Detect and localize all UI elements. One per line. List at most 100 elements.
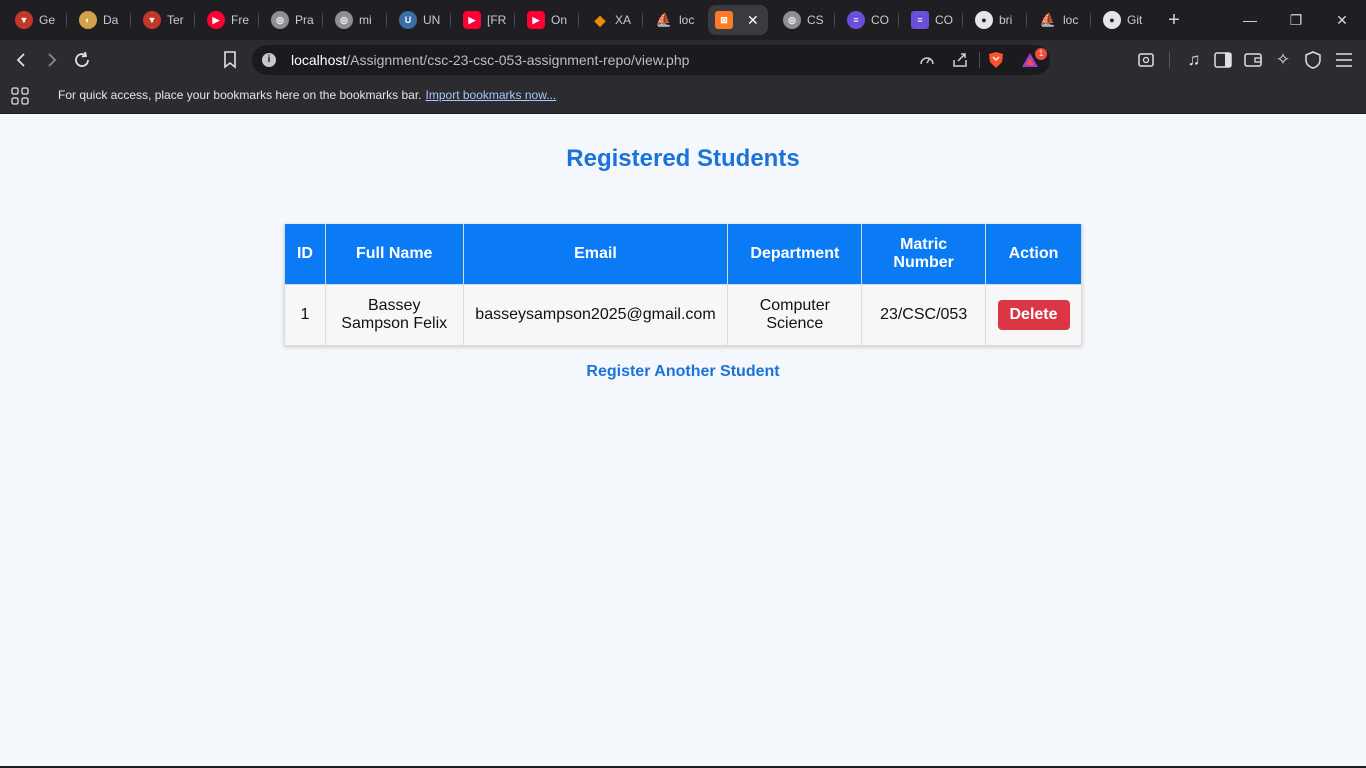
site-info-icon[interactable]: i xyxy=(262,53,276,67)
restore-icon[interactable]: ❐ xyxy=(1286,10,1306,30)
tab-1[interactable]: ◐ Da xyxy=(72,5,135,35)
table-row: 1 Bassey Sampson Felix basseysampson2025… xyxy=(284,283,1082,346)
reload-icon[interactable] xyxy=(71,49,93,71)
tab-9[interactable]: ◆ XA xyxy=(584,5,647,35)
list-icon: ≡ xyxy=(847,11,865,29)
menu-icon[interactable] xyxy=(1333,49,1355,71)
tab-title: Fre xyxy=(231,13,249,27)
tab-title: On xyxy=(551,13,568,27)
youtube-icon: ▶ xyxy=(207,11,225,29)
close-window-icon[interactable]: ✕ xyxy=(1332,10,1352,30)
tab-title: XA xyxy=(615,13,632,27)
register-another-student-link[interactable]: Register Another Student xyxy=(586,363,779,380)
bookmarks-hint: For quick access, place your bookmarks h… xyxy=(58,88,556,102)
tab-separator xyxy=(258,13,259,27)
tab-12[interactable]: ◎ CS xyxy=(776,5,839,35)
import-bookmarks-link[interactable]: Import bookmarks now... xyxy=(426,88,557,102)
wallet-icon[interactable] xyxy=(1242,49,1264,71)
tab-8[interactable]: ▶ On xyxy=(520,5,583,35)
tab-separator xyxy=(514,13,515,27)
sidebar-icon[interactable] xyxy=(1212,49,1234,71)
students-table: ID Full Name Email Department Matric Num… xyxy=(284,224,1082,346)
tab-title: loc xyxy=(679,13,695,27)
globe-icon: ◎ xyxy=(335,11,353,29)
tab-7[interactable]: ▶ [FR xyxy=(456,5,519,35)
page-title: Registered Students xyxy=(566,145,800,172)
new-tab-button[interactable]: + xyxy=(1163,9,1185,31)
col-header-id: ID xyxy=(284,224,326,285)
tab-search-icon[interactable] xyxy=(1135,49,1157,71)
close-tab-icon[interactable]: ✕ xyxy=(747,12,759,29)
minimize-icon[interactable]: — xyxy=(1240,10,1260,30)
bookmarks-message: For quick access, place your bookmarks h… xyxy=(58,88,422,102)
tab-separator xyxy=(130,13,131,27)
github-icon: ● xyxy=(1103,11,1121,29)
tab-title: loc xyxy=(1063,13,1079,27)
youtube-icon: ▶ xyxy=(463,11,481,29)
tab-title: CS xyxy=(807,13,824,27)
list-icon: ≡ xyxy=(911,11,929,29)
table-header-row: ID Full Name Email Department Matric Num… xyxy=(284,224,1082,285)
cell-email: basseysampson2025@gmail.com xyxy=(462,283,729,346)
brave-icon: ▼ xyxy=(15,11,33,29)
tab-2[interactable]: ▼ Ter xyxy=(136,5,199,35)
tab-separator xyxy=(66,13,67,27)
tab-6[interactable]: U UN xyxy=(392,5,455,35)
address-bar[interactable]: i localhost/Assignment/csc-23-csc-053-as… xyxy=(252,45,1050,75)
tab-separator xyxy=(1090,13,1091,27)
tab-title: Pra xyxy=(295,13,314,27)
xampp-diamond-icon: ◆ xyxy=(594,11,606,28)
tab-separator xyxy=(386,13,387,27)
tab-17[interactable]: ● Git xyxy=(1096,5,1159,35)
tab-title: UN xyxy=(423,13,441,27)
tab-title: bri xyxy=(999,13,1013,27)
tab-separator xyxy=(642,13,643,27)
col-header-action: Action xyxy=(985,224,1082,285)
phpmyadmin-icon: ⛵ xyxy=(1039,12,1057,27)
forward-icon[interactable] xyxy=(40,49,62,71)
tab-active[interactable]: ⊠ ✕ xyxy=(708,5,768,35)
tab-5[interactable]: ◎ mi xyxy=(328,5,391,35)
apps-grid-icon[interactable] xyxy=(11,87,29,105)
tab-title: Ge xyxy=(39,13,56,27)
music-icon[interactable]: ♫ xyxy=(1183,49,1205,71)
tab-0[interactable]: ▼ Ge xyxy=(8,5,71,35)
leo-ai-icon[interactable]: ✧ xyxy=(1272,49,1294,71)
notification-badge: 1 xyxy=(1035,48,1047,60)
share-icon[interactable] xyxy=(951,51,969,69)
col-header-matric-number: Matric Number xyxy=(861,224,987,285)
cell-id: 1 xyxy=(284,283,326,346)
tab-16[interactable]: ⛵ loc xyxy=(1032,5,1095,35)
tab-14[interactable]: ≡ CO xyxy=(904,5,967,35)
tab-4[interactable]: ◎ Pra xyxy=(264,5,327,35)
cell-full-name: Bassey Sampson Felix xyxy=(324,283,464,346)
tab-separator xyxy=(578,13,579,27)
brave-shields-icon[interactable] xyxy=(987,51,1005,69)
col-header-department: Department xyxy=(727,224,863,285)
cell-action: Delete xyxy=(985,283,1082,346)
omnibox-divider xyxy=(979,52,980,68)
page-content: Registered Students ID Full Name Email D… xyxy=(0,115,1366,766)
bookmark-icon[interactable] xyxy=(219,49,241,71)
phpmyadmin-icon: ⛵ xyxy=(655,12,673,27)
tab-separator xyxy=(1026,13,1027,27)
delete-button[interactable]: Delete xyxy=(997,299,1070,330)
tab-separator xyxy=(962,13,963,27)
youtube-icon: ▶ xyxy=(527,11,545,29)
performance-icon[interactable] xyxy=(918,51,936,69)
col-header-full-name: Full Name xyxy=(324,224,464,285)
tab-title: CO xyxy=(871,13,889,27)
students-table-wrapper: ID Full Name Email Department Matric Num… xyxy=(284,224,1082,346)
tab-3[interactable]: ▶ Fre xyxy=(200,5,263,35)
tab-10[interactable]: ⛵ loc xyxy=(648,5,711,35)
bookmarks-bar: For quick access, place your bookmarks h… xyxy=(0,80,1366,114)
vpn-shield-icon[interactable] xyxy=(1302,49,1324,71)
tab-13[interactable]: ≡ CO xyxy=(840,5,903,35)
url-host: localhost xyxy=(291,52,347,68)
col-header-email: Email xyxy=(462,224,729,285)
cell-matric-number: 23/CSC/053 xyxy=(861,283,987,346)
tab-15[interactable]: ● bri xyxy=(968,5,1031,35)
back-icon[interactable] xyxy=(11,49,33,71)
url-text[interactable]: localhost/Assignment/csc-23-csc-053-assi… xyxy=(291,52,689,68)
tab-title: Ter xyxy=(167,13,184,27)
